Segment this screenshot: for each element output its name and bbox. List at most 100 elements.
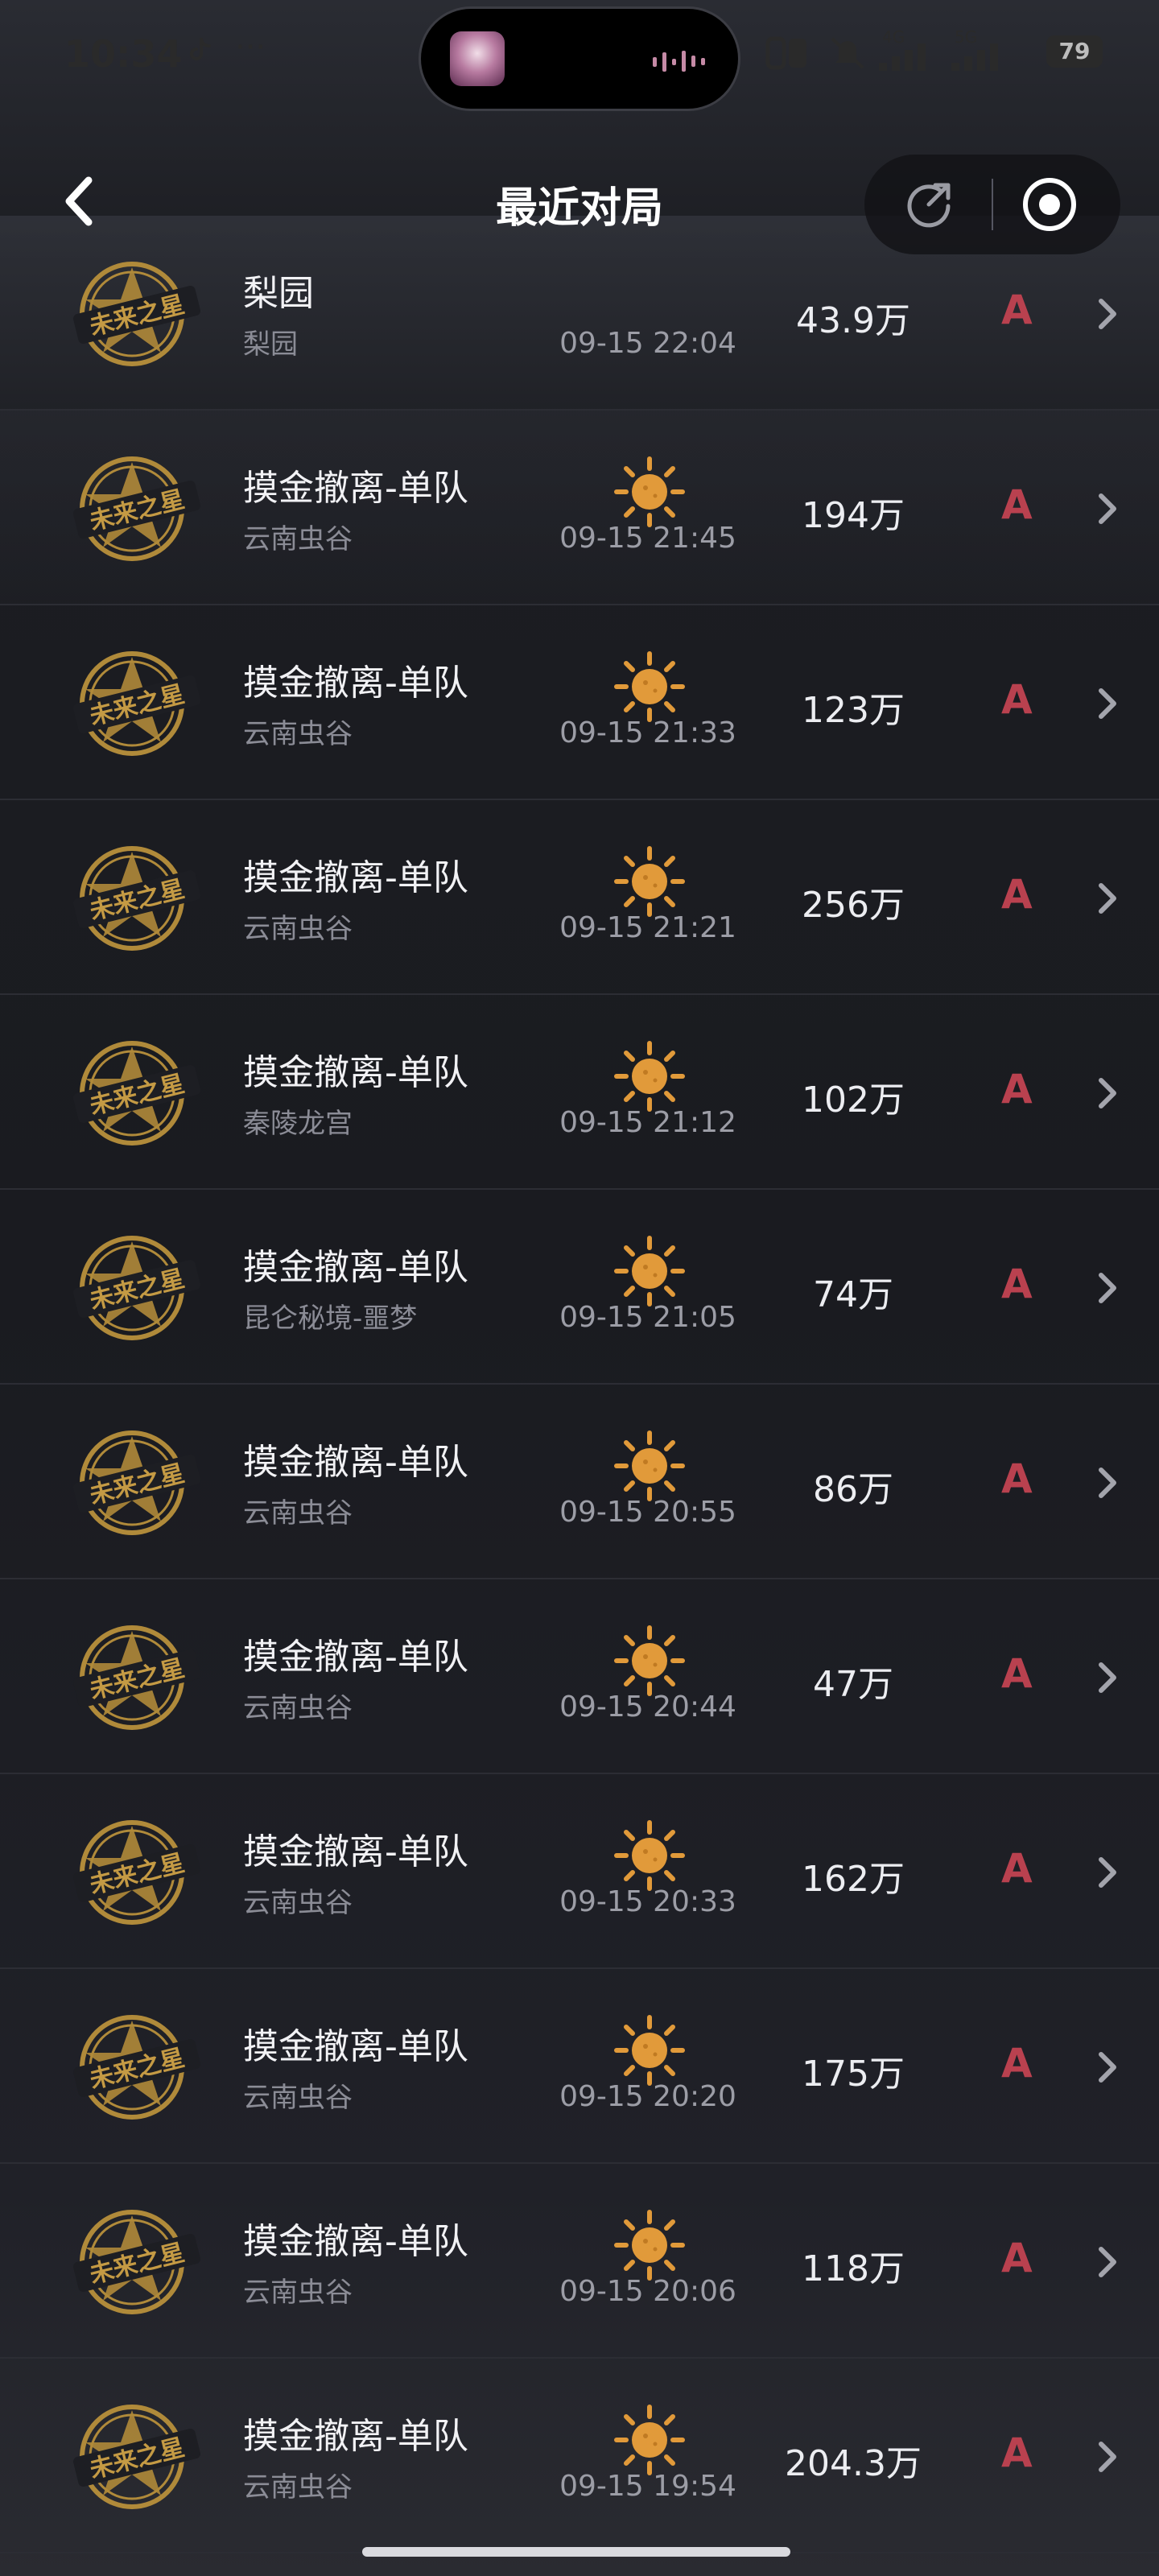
chevron-right-icon (1099, 493, 1116, 524)
sun-icon (614, 1041, 685, 1112)
match-time: 09-15 20:55 (559, 1496, 736, 1529)
chevron-right-icon (1099, 2052, 1116, 2083)
chevron-right-icon (1099, 2247, 1116, 2277)
mode-name: 摸金撤离-单队 (243, 1637, 468, 1678)
match-row[interactable]: 未来之星 摸金撤离-单队 云南虫谷 09-15 20:06 118万 A (0, 2164, 1159, 2359)
miniprogram-capsule (864, 155, 1120, 254)
rank-badge-icon: 未来之星 (72, 2210, 201, 2314)
mode-name: 摸金撤离-单队 (243, 1052, 468, 1093)
match-row[interactable]: 未来之星 摸金撤离-单队 云南虫谷 09-15 20:33 162万 A (0, 1774, 1159, 1969)
chevron-right-icon (1099, 1273, 1116, 1303)
loot-value: 194万 (802, 495, 905, 536)
match-time: 09-15 21:12 (559, 1106, 736, 1139)
island-album-art-icon (450, 31, 505, 86)
sun-icon (614, 2210, 685, 2281)
sun-icon (614, 651, 685, 722)
match-time: 09-15 21:05 (559, 1301, 736, 1334)
match-row[interactable]: 未来之星 摸金撤离-单队 云南虫谷 09-15 20:55 86万 A (0, 1385, 1159, 1579)
map-name: 秦陵龙宫 (243, 1108, 353, 1140)
rank-badge-icon: 未来之星 (72, 456, 201, 561)
sun-icon (614, 1625, 685, 1696)
chevron-right-icon (1099, 688, 1116, 719)
mode-name: 摸金撤离-单队 (243, 663, 468, 704)
grade-label: A (1001, 1650, 1033, 1697)
page: 10:34 ··· 4G 5G 79 最近对局 未来之星 梨园 梨园 09-15… (0, 0, 1159, 2576)
loot-value: 162万 (802, 1859, 905, 1900)
map-name: 云南虫谷 (243, 1497, 353, 1530)
loot-value: 74万 (813, 1274, 893, 1315)
map-name: 梨园 (243, 328, 298, 361)
mode-name: 摸金撤离-单队 (243, 1247, 468, 1288)
tiktok-icon (190, 38, 211, 60)
grade-label: A (1001, 2429, 1033, 2476)
grade-label: A (1001, 1455, 1033, 1502)
loot-value: 118万 (802, 2248, 905, 2289)
mode-name: 摸金撤离-单队 (243, 2026, 468, 2067)
rank-badge-icon: 未来之星 (72, 1625, 201, 1730)
match-row[interactable]: 未来之星 摸金撤离-单队 云南虫谷 09-15 19:54 204.3万 A (0, 2359, 1159, 2553)
signal-4g-icon (879, 43, 926, 71)
map-name: 云南虫谷 (243, 2082, 353, 2114)
audio-wave-icon (653, 51, 705, 72)
rank-badge-icon: 未来之星 (72, 1041, 201, 1146)
dynamic-island[interactable] (419, 6, 740, 111)
loot-value: 102万 (802, 1080, 905, 1121)
chevron-right-icon (1099, 1078, 1116, 1108)
status-time: 10:34 (64, 32, 183, 76)
grade-label: A (1001, 287, 1033, 333)
chevron-right-icon (1099, 2442, 1116, 2472)
match-row[interactable]: 未来之星 摸金撤离-单队 云南虫谷 09-15 21:33 123万 A (0, 605, 1159, 800)
loot-value: 204.3万 (785, 2443, 922, 2484)
mode-name: 摸金撤离-单队 (243, 468, 468, 509)
grade-label: A (1001, 2040, 1033, 2087)
loot-value: 86万 (813, 1469, 893, 1510)
grade-label: A (1001, 676, 1033, 723)
loot-value: 43.9万 (796, 300, 910, 341)
map-name: 云南虫谷 (243, 2471, 353, 2504)
loot-value: 47万 (813, 1664, 893, 1705)
rank-badge-icon: 未来之星 (72, 1236, 201, 1340)
match-row[interactable]: 未来之星 摸金撤离-单队 云南虫谷 09-15 21:45 194万 A (0, 411, 1159, 605)
match-time: 09-15 20:06 (559, 2275, 736, 2308)
map-name: 云南虫谷 (243, 523, 353, 555)
battery-indicator: 79 (1046, 35, 1103, 68)
chevron-right-icon (1099, 883, 1116, 914)
match-row[interactable]: 未来之星 摸金撤离-单队 云南虫谷 09-15 21:21 256万 A (0, 800, 1159, 995)
rank-badge-icon: 未来之星 (72, 651, 201, 756)
chevron-right-icon (1099, 1857, 1116, 1888)
match-row[interactable]: 未来之星 摸金撤离-单队 云南虫谷 09-15 20:44 47万 A (0, 1579, 1159, 1774)
map-name: 云南虫谷 (243, 718, 353, 750)
map-name: 云南虫谷 (243, 1692, 353, 1724)
status-bar: 10:34 ··· 4G 5G 79 (0, 0, 1159, 111)
match-time: 09-15 20:44 (559, 1690, 736, 1724)
signal-5g-icon (951, 43, 998, 71)
mode-name: 梨园 (243, 273, 314, 314)
chevron-right-icon (1099, 299, 1116, 329)
sun-icon (614, 456, 685, 527)
match-row[interactable]: 未来之星 摸金撤离-单队 云南虫谷 09-15 20:20 175万 A (0, 1969, 1159, 2164)
sun-icon (614, 1236, 685, 1307)
rank-badge-icon: 未来之星 (72, 1820, 201, 1925)
match-time: 09-15 21:21 (559, 911, 736, 944)
close-miniprogram-button[interactable] (1021, 175, 1079, 233)
status-icons: 4G 5G 79 (765, 27, 1103, 72)
grade-label: A (1001, 1066, 1033, 1113)
grade-label: A (1001, 1261, 1033, 1307)
match-list: 未来之星 梨园 梨园 09-15 22:04 43.9万 A 未来之星 摸金撤离… (0, 216, 1159, 2553)
rank-badge-icon: 未来之星 (72, 2405, 201, 2509)
grade-label: A (1001, 1845, 1033, 1892)
match-row[interactable]: 未来之星 摸金撤离-单队 秦陵龙宫 09-15 21:12 102万 A (0, 995, 1159, 1190)
mode-name: 摸金撤离-单队 (243, 2416, 468, 2457)
match-row[interactable]: 未来之星 摸金撤离-单队 昆仑秘境-噩梦 09-15 21:05 74万 A (0, 1190, 1159, 1385)
map-name: 云南虫谷 (243, 913, 353, 945)
home-indicator[interactable] (362, 2547, 790, 2557)
mode-name: 摸金撤离-单队 (243, 857, 468, 898)
grade-label: A (1001, 481, 1033, 528)
grade-label: A (1001, 2235, 1033, 2281)
loot-value: 123万 (802, 690, 905, 731)
rank-badge-icon: 未来之星 (72, 846, 201, 951)
mute-icon (831, 37, 864, 69)
rank-badge-icon: 未来之星 (72, 2015, 201, 2120)
share-button[interactable] (901, 177, 956, 232)
mode-name: 摸金撤离-单队 (243, 1442, 468, 1483)
